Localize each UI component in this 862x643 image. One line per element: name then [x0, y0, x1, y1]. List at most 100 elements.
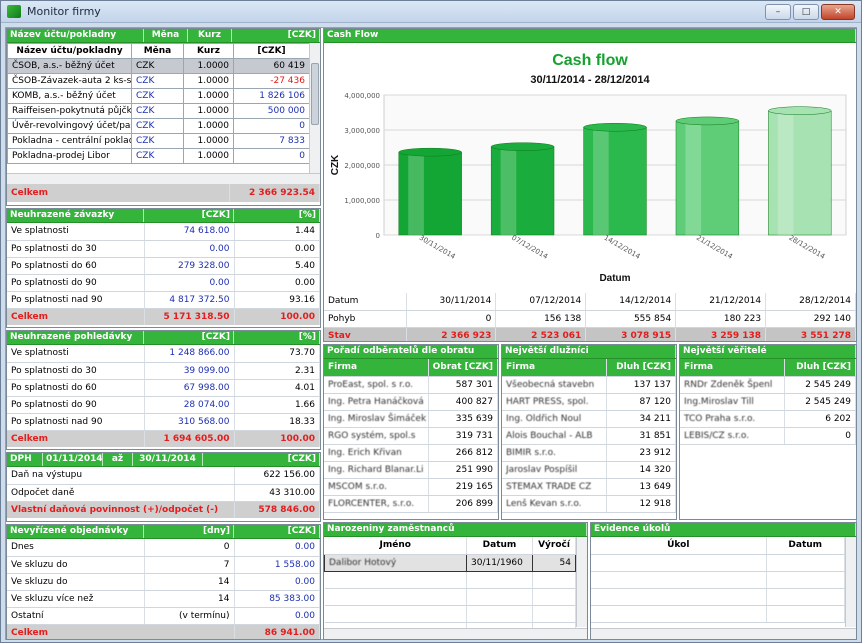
orders-panel: Nevyřízené objednávky [dny] [CZK] Dnes 0 0.0… [6, 524, 321, 640]
table-row[interactable]: Ostatní (v termínu) 0.00 [7, 607, 320, 625]
table-row[interactable]: Po splatnosti nad 90 310 568.00 18.33 [7, 413, 320, 431]
column-header[interactable]: [CZK] [233, 43, 310, 59]
table-row[interactable]: Ve skluzu do 14 0.00 [7, 573, 320, 591]
accounts-grid[interactable]: Název účtu/pokladny Měna Kurz [CZK] ČSOB… [7, 43, 310, 164]
table-row[interactable]: Ing. Petra Hanáčková 400 827 [324, 393, 498, 411]
close-button[interactable]: ✕ [821, 4, 855, 20]
title-bar[interactable]: Monitor firmy – □ ✕ [1, 1, 861, 23]
table-row[interactable]: Všeobecná stavebn 137 137 [502, 376, 676, 394]
table-row[interactable]: Po splatnosti do 90 0.00 0.00 [7, 274, 320, 292]
amount: 0.00 [234, 573, 320, 591]
total-value: 86 941.00 [234, 624, 320, 639]
account-name: Raiffeisen-pokytnutá půjčk [7, 103, 132, 119]
column-header[interactable]: Úkol [591, 537, 767, 555]
debt: 2 545 249 [784, 393, 856, 411]
table-row[interactable]: TCO Praha s.r.o. 6 202 [680, 410, 856, 428]
account-name: Pokladna - centrální poklad [7, 133, 132, 149]
company-name: Ing. Oldřich Noul [502, 410, 607, 428]
table-row[interactable]: Po splatnosti do 30 39 099.00 2.31 [7, 362, 320, 380]
minimize-button[interactable]: – [765, 4, 791, 20]
table-row[interactable]: LEBIS/CZ s.r.o. 0 [680, 427, 856, 445]
column-header[interactable]: Datum [466, 537, 533, 555]
column-header[interactable]: Firma [502, 359, 607, 377]
table-row[interactable]: Daň na výstupu 622 156.00 [7, 467, 320, 485]
table-row[interactable]: Lenš Kevan s.r.o. 12 918 [502, 495, 676, 513]
movement-cell: 156 138 [495, 310, 587, 328]
table-row[interactable]: Ing. Miroslav Šimáček 335 639 [324, 410, 498, 428]
column-header[interactable]: Měna [131, 43, 184, 59]
table-row[interactable]: RGO systém, spol.s 319 731 [324, 427, 498, 445]
column-header[interactable]: Jméno [324, 537, 467, 555]
table-row[interactable]: ČSOB, a.s.- běžný účet CZK 1.0000 60 419 [7, 58, 310, 74]
table-row[interactable]: Datum 30/11/2014 07/12/2014 14/12/2014 21/12… [324, 293, 856, 311]
column-header[interactable]: Výročí [532, 537, 576, 555]
table-row[interactable]: Raiffeisen-pokytnutá půjčk CZK 1.0000 500 0… [7, 103, 310, 119]
percent: 1.66 [234, 396, 320, 414]
table-row[interactable]: Ve skluzu do 7 1 558.00 [7, 556, 320, 574]
accounts-horizontal-scrollbar[interactable] [7, 173, 320, 184]
table-row[interactable]: KOMB, a.s.- běžný účet CZK 1.0000 1 826 106 [7, 88, 310, 104]
amount: 0.00 [144, 274, 235, 292]
table-row[interactable]: Odpočet daně 43 310.00 [7, 484, 320, 502]
table-row[interactable]: Ing. Oldřich Noul 34 211 [502, 410, 676, 428]
table-row[interactable]: Alois Bouchal - ALB 31 851 [502, 427, 676, 445]
table-row[interactable]: Po splatnosti nad 90 4 817 372.50 93.16 [7, 291, 320, 309]
column-header[interactable]: Obrat [CZK] [428, 359, 498, 377]
table-row[interactable]: Pokladna - centrální poklad CZK 1.0000 7 83… [7, 133, 310, 149]
column-header[interactable]: Datum [766, 537, 845, 555]
column-header[interactable]: Dluh [CZK] [606, 359, 676, 377]
row-label: Datum [324, 293, 407, 311]
table-row[interactable]: FLORCENTER, s.r.o. 206 899 [324, 495, 498, 513]
app-logo-icon [7, 5, 21, 18]
total-label: Celkem [7, 184, 230, 202]
table-row[interactable]: STEMAX TRADE CZ 13 649 [502, 478, 676, 496]
tasks-vertical-scrollbar[interactable] [845, 537, 856, 627]
vat-date-from[interactable]: 01/11/2014 [43, 453, 103, 466]
tasks-horizontal-scrollbar[interactable] [591, 628, 856, 639]
table-row[interactable]: ČSOB-Závazek-auta 2 ks-s CZK 1.0000 -27 436 [7, 73, 310, 89]
table-row[interactable]: Po splatnosti do 60 67 998.00 4.01 [7, 379, 320, 397]
table-row[interactable]: Pohyb 0 156 138 555 854 180 223 292 140 [324, 310, 856, 328]
balance: 0 [233, 118, 310, 134]
birthdays-grid[interactable]: Jméno Datum Výročí Dalibor Hotový 30/11/196… [324, 537, 576, 639]
column-header[interactable]: Dluh [CZK] [784, 359, 856, 377]
table-row[interactable]: BIMIR s.r.o. 23 912 [502, 444, 676, 462]
table-row[interactable]: Ing.Miroslav Till 2 545 249 [680, 393, 856, 411]
table-row[interactable]: Dalibor Hotový 30/11/1960 54 [324, 553, 576, 572]
panel-title: Pořadí odběratelů dle obratu [324, 345, 498, 358]
table-row[interactable]: HART PRESS, spol. 87 120 [502, 393, 676, 411]
table-row[interactable]: Ve skluzu více než 14 85 383.00 [7, 590, 320, 608]
currency: CZK [131, 133, 184, 149]
column-header[interactable]: Kurz [183, 43, 234, 59]
table-row[interactable]: RNDr Zdeněk Špenl 2 545 249 [680, 376, 856, 394]
currency: CZK [131, 118, 184, 134]
column-header[interactable]: Firma [680, 359, 785, 377]
table-row[interactable]: Po splatnosti do 60 279 328.00 5.40 [7, 257, 320, 275]
table-row[interactable]: Ve splatnosti 74 618.00 1.44 [7, 223, 320, 241]
table-row[interactable]: Ing. Richard Blanar.Li 251 990 [324, 461, 498, 479]
row-label: Pohyb [324, 310, 407, 328]
vat-date-to[interactable]: 30/11/2014 [133, 453, 203, 466]
table-row[interactable]: Dnes 0 0.00 [7, 539, 320, 557]
birthdays-vertical-scrollbar[interactable] [576, 537, 587, 627]
table-row[interactable]: Po splatnosti do 30 0.00 0.00 [7, 240, 320, 258]
header-label: [CZK] [144, 209, 234, 222]
table-row[interactable]: Jaroslav Pospíšil 14 320 [502, 461, 676, 479]
table-row[interactable]: MSCOM s.r.o. 219 165 [324, 478, 498, 496]
table-row[interactable]: Pokladna-prodej Libor CZK 1.0000 0 [7, 148, 310, 164]
table-row[interactable]: Po splatnosti do 90 28 074.00 1.66 [7, 396, 320, 414]
column-header[interactable]: Název účtu/pokladny [7, 43, 132, 59]
balance-cell: 3 259 138 [675, 327, 767, 341]
bar-highlight [500, 146, 517, 235]
table-row[interactable]: ProEast, spol. s r.o. 587 301 [324, 376, 498, 394]
table-row[interactable]: Ve splatnosti 1 248 866.00 73.70 [7, 345, 320, 363]
tasks-grid[interactable]: Úkol Datum [591, 537, 845, 623]
column-header[interactable]: Firma [324, 359, 429, 377]
maximize-button[interactable]: □ [793, 4, 819, 20]
amount: 279 328.00 [144, 257, 235, 275]
table-row[interactable]: Ing. Erich Křivan 266 812 [324, 444, 498, 462]
birthdays-horizontal-scrollbar[interactable] [324, 628, 587, 639]
table-row[interactable]: Úvěr-revolvingový účet/pas CZK 1.0000 0 [7, 118, 310, 134]
accounts-vertical-scrollbar[interactable] [309, 43, 320, 173]
scroll-thumb[interactable] [311, 63, 319, 125]
